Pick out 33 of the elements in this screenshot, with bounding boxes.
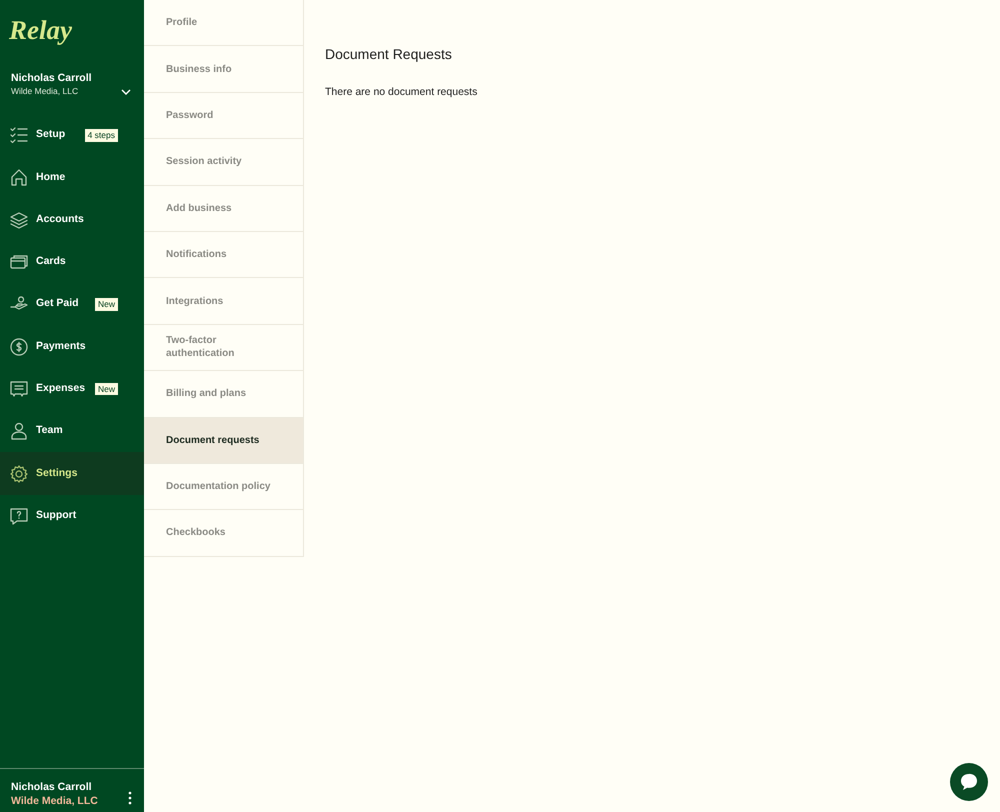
dollar-circle-icon: [10, 338, 28, 356]
nav-item[interactable]: Expenses New: [0, 368, 144, 410]
nav-item[interactable]: Get Paid New: [0, 283, 144, 326]
nav-badge: New: [94, 382, 118, 396]
checklist-icon: [10, 126, 28, 144]
company-name: Wilde Media, LLC: [11, 84, 80, 98]
nav-item[interactable]: Cards: [0, 240, 144, 284]
chat-bubble-icon: [959, 772, 979, 792]
nav-badge: New: [94, 298, 118, 311]
chat-button[interactable]: [950, 763, 988, 801]
nav-badge: 4 steps: [84, 128, 118, 142]
more-icon: [128, 790, 132, 805]
logo: Relay: [8, 14, 73, 47]
nav-item[interactable]: Home: [0, 156, 144, 199]
nav-item[interactable]: Support: [0, 494, 144, 537]
nav-item[interactable]: Accounts: [0, 198, 144, 241]
home-icon: [10, 168, 28, 186]
nav-item[interactable]: Setup 4 steps: [0, 114, 144, 156]
settings-menu-item[interactable]: Document requests: [144, 418, 303, 464]
help-chat-icon: [10, 506, 28, 525]
company-name: Wilde Media, LLC: [11, 794, 99, 809]
empty-message: There are no document requests: [325, 85, 478, 100]
layers-icon: [10, 210, 28, 229]
nav-item[interactable]: Payments: [0, 325, 144, 368]
nav-item[interactable]: Team: [0, 410, 144, 452]
user-name: Nicholas Carroll: [11, 781, 93, 794]
nav-item[interactable]: Settings: [0, 452, 144, 495]
receipt-icon: [10, 380, 28, 398]
account-name: Nicholas Carroll: [11, 72, 93, 85]
settings-icon: [10, 464, 28, 483]
person-icon: [10, 422, 28, 440]
card-icon: [10, 253, 28, 272]
page-title: Document Requests: [325, 45, 453, 64]
